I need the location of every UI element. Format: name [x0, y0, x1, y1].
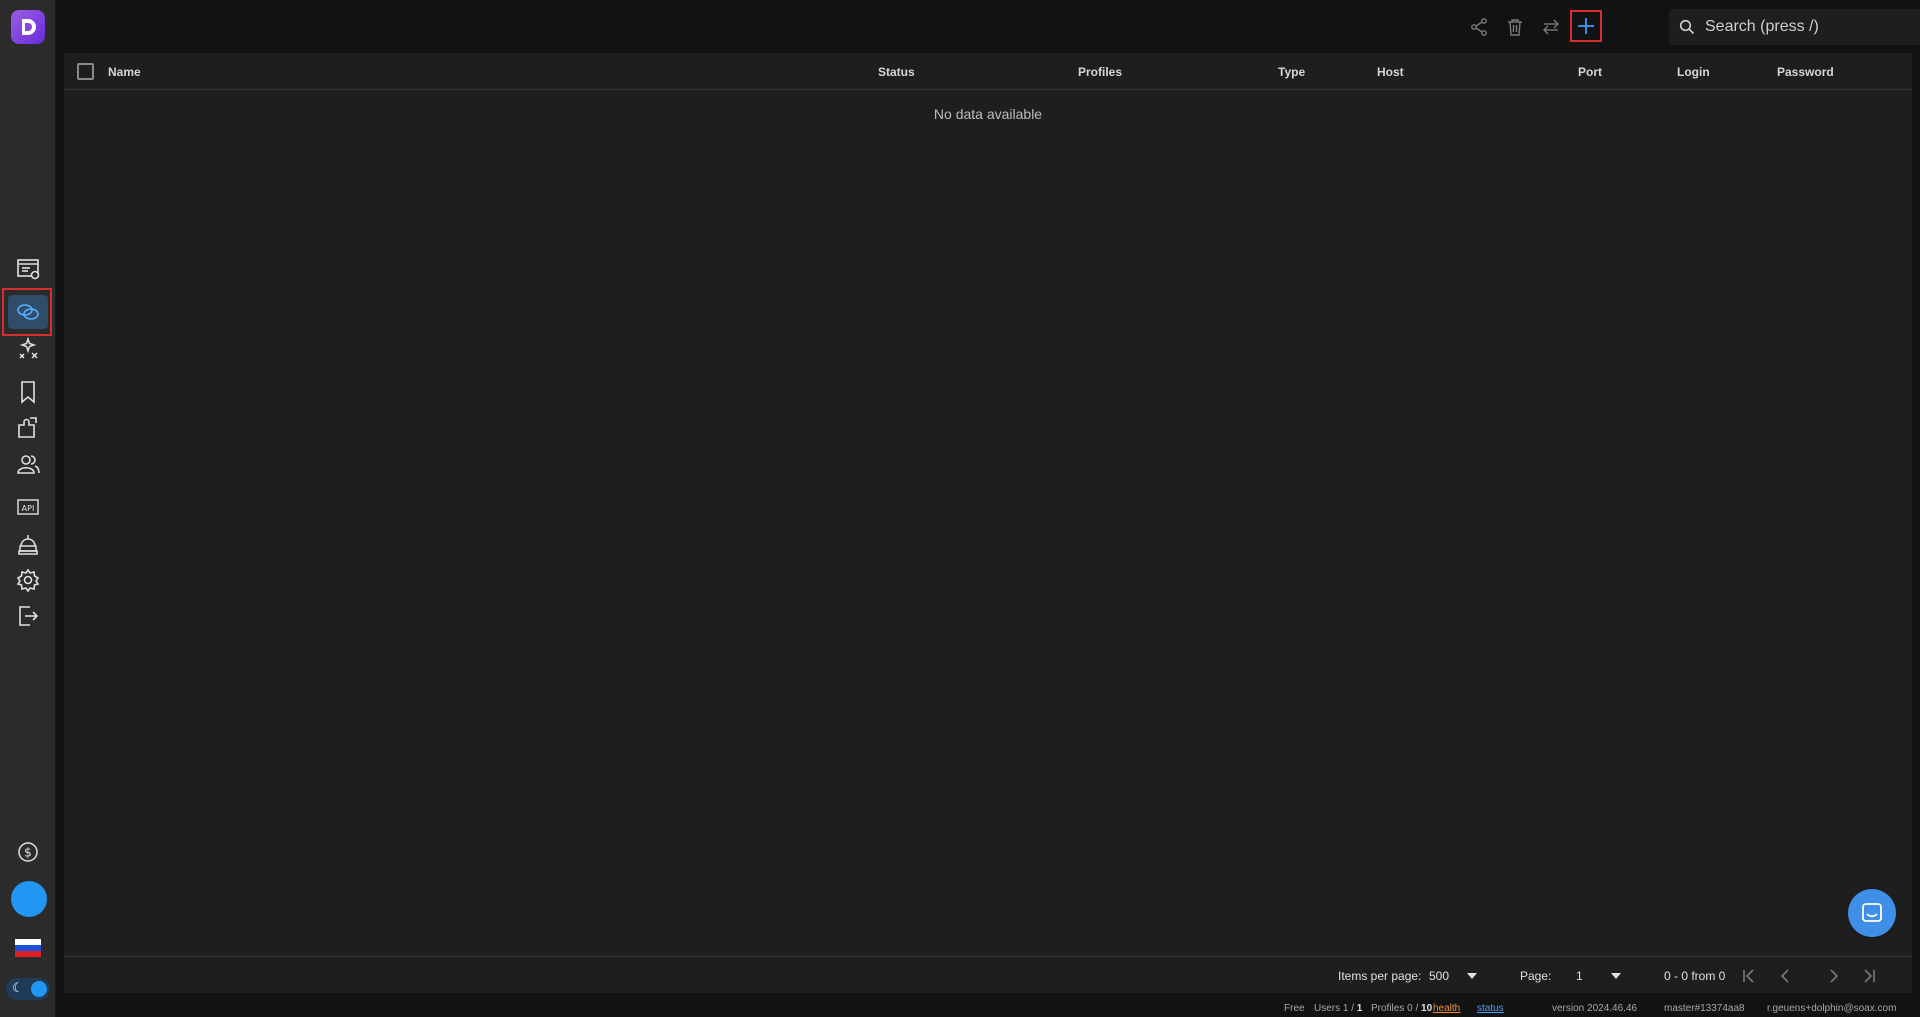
svg-text:$: $ [24, 846, 32, 860]
last-page-button[interactable] [1859, 966, 1879, 986]
chevron-left-icon [1780, 969, 1789, 983]
column-port[interactable]: Port [1578, 65, 1602, 79]
trash-icon [1508, 19, 1522, 36]
items-per-page-select[interactable]: 500 [1429, 969, 1449, 983]
sidebar: API $ ☾ [0, 0, 56, 1017]
user-avatar[interactable] [11, 881, 47, 917]
page-dropdown-icon[interactable] [1611, 973, 1621, 979]
users-max: 1 [1356, 1003, 1363, 1014]
profiles-label: Profiles 0 / [1371, 1003, 1419, 1014]
toolbar [57, 0, 1920, 53]
page-select[interactable]: 1 [1576, 969, 1583, 983]
range-text: 0 - 0 from 0 [1664, 969, 1726, 983]
previous-page-button[interactable] [1775, 966, 1795, 986]
cookie-robot-icon[interactable] [8, 527, 48, 561]
plan-label: Free [1284, 1003, 1305, 1014]
search-icon [1679, 19, 1695, 35]
chevron-right-icon [1830, 969, 1839, 983]
language-flag-icon[interactable] [15, 939, 41, 957]
api-icon[interactable]: API [8, 490, 48, 524]
search-box[interactable] [1669, 9, 1920, 45]
status-link[interactable]: status [1477, 1003, 1504, 1014]
users-icon[interactable] [8, 447, 48, 481]
app-window: API $ ☾ 1 [0, 0, 1920, 1017]
plus-icon [1578, 18, 1594, 34]
extensions-icon[interactable] [8, 411, 48, 445]
bookmarks-icon[interactable] [8, 375, 48, 409]
dolphin-logo[interactable] [11, 10, 45, 44]
health-link[interactable]: health [1433, 1003, 1460, 1014]
pagination-bar: Items per page: 500 Page: 1 0 - 0 from 0 [64, 956, 1912, 993]
profiles-count: Profiles 0 / 10 [1371, 1003, 1432, 1014]
support-chat-button[interactable] [1848, 889, 1896, 937]
empty-state-text: No data available [933, 106, 1043, 122]
transfer-button[interactable] [1537, 13, 1565, 41]
first-page-icon [1743, 969, 1754, 983]
column-type[interactable]: Type [1278, 65, 1305, 79]
account-email: r.geuens+dolphin@soax.com [1767, 1003, 1897, 1014]
status-bar: Free Users 1 / 1 Profiles 0 / 10 health … [57, 1001, 1920, 1017]
delete-button[interactable] [1501, 13, 1529, 41]
column-login[interactable]: Login [1677, 65, 1710, 79]
users-count: Users 1 / 1 [1314, 1003, 1362, 1014]
next-page-button[interactable] [1824, 966, 1844, 986]
scenarios-icon[interactable] [8, 332, 48, 366]
column-host[interactable]: Host [1377, 65, 1404, 79]
last-page-icon [1864, 969, 1875, 983]
items-per-page-label: Items per page: [1338, 969, 1422, 983]
column-password[interactable]: Password [1777, 65, 1834, 79]
logout-icon[interactable] [8, 599, 48, 633]
share-icon [1471, 18, 1487, 36]
theme-toggle[interactable]: ☾ [6, 978, 50, 1000]
page-label: Page: [1520, 969, 1552, 983]
share-button[interactable] [1465, 13, 1493, 41]
build-text: master#13374aa8 [1664, 1003, 1745, 1014]
callout-box-1 [2, 288, 52, 336]
users-label: Users 1 / [1314, 1003, 1355, 1014]
column-profiles[interactable]: Profiles [1078, 65, 1122, 79]
proxies-table: Name Status Profiles Type Host Port Logi… [64, 53, 1912, 993]
version-text: version 2024.46.46 [1552, 1003, 1638, 1014]
svg-text:API: API [22, 504, 35, 513]
add-proxy-button[interactable] [1570, 10, 1602, 42]
search-input[interactable] [1705, 18, 1920, 36]
browser-profiles-icon[interactable] [8, 252, 48, 286]
moon-icon: ☾ [12, 981, 24, 996]
column-status[interactable]: Status [878, 65, 915, 79]
toggle-knob [31, 981, 47, 997]
profiles-max: 10 [1421, 1003, 1433, 1014]
settings-icon[interactable] [8, 563, 48, 597]
column-name[interactable]: Name [108, 65, 141, 79]
swap-icon [1543, 19, 1559, 35]
chat-icon [1862, 903, 1882, 922]
billing-icon[interactable]: $ [8, 835, 48, 869]
select-all-checkbox[interactable] [77, 63, 94, 80]
first-page-button[interactable] [1739, 966, 1759, 986]
table-header: Name Status Profiles Type Host Port Logi… [64, 53, 1912, 90]
items-per-page-dropdown-icon[interactable] [1467, 973, 1477, 979]
